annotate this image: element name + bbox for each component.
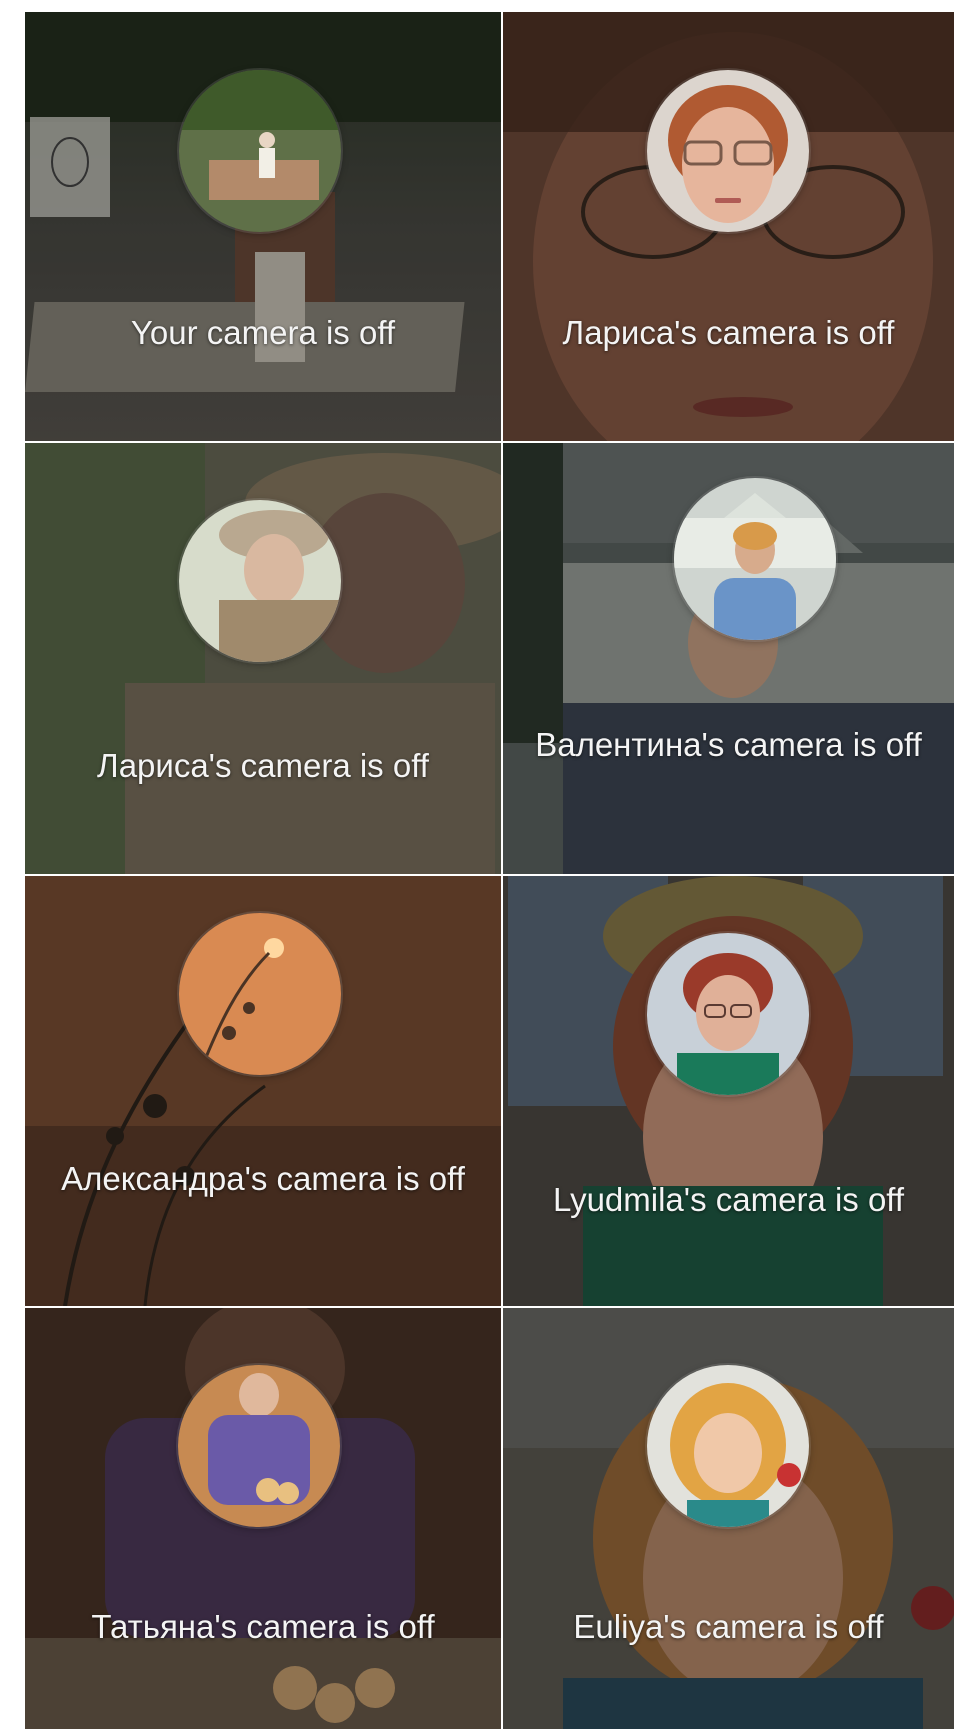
participant-avatar	[674, 478, 836, 640]
camera-off-label: Александра's camera is off	[61, 1160, 465, 1197]
participant-tile-euliya[interactable]: Euliya's camera is off	[503, 1308, 956, 1731]
participant-tile-tatyana[interactable]: Татьяна's camera is off	[25, 1308, 503, 1731]
camera-off-label: Валентина's camera is off	[535, 726, 922, 763]
video-call-grid: Your camera is off Лариса's camera is of…	[25, 12, 956, 1731]
participant-tile-aleksandra[interactable]: Александра's camera is off	[25, 876, 503, 1308]
participant-avatar	[179, 500, 341, 662]
participant-tile-larisa-1[interactable]: Лариса's camera is off	[503, 12, 956, 443]
participant-tile-larisa-2[interactable]: Лариса's camera is off	[25, 443, 503, 876]
camera-off-label: Lyudmila's camera is off	[552, 1181, 905, 1218]
participant-avatar	[178, 1365, 340, 1527]
participant-tile-valentina[interactable]: Валентина's camera is off	[503, 443, 956, 876]
participant-avatar	[647, 933, 809, 1095]
camera-off-label: Лариса's camera is off	[562, 314, 895, 351]
participant-tile-you[interactable]: Your camera is off	[25, 12, 503, 443]
participant-avatar	[179, 70, 341, 232]
camera-off-label: Euliya's camera is off	[573, 1608, 884, 1645]
participant-avatar	[179, 913, 341, 1075]
camera-off-label: Лариса's camera is off	[97, 747, 429, 784]
camera-off-label: Татьяна's camera is off	[91, 1608, 435, 1645]
participant-avatar	[647, 1365, 809, 1527]
participant-tile-lyudmila[interactable]: Lyudmila's camera is off	[503, 876, 956, 1308]
participant-avatar	[647, 70, 809, 232]
camera-off-label: Your camera is off	[130, 314, 396, 351]
